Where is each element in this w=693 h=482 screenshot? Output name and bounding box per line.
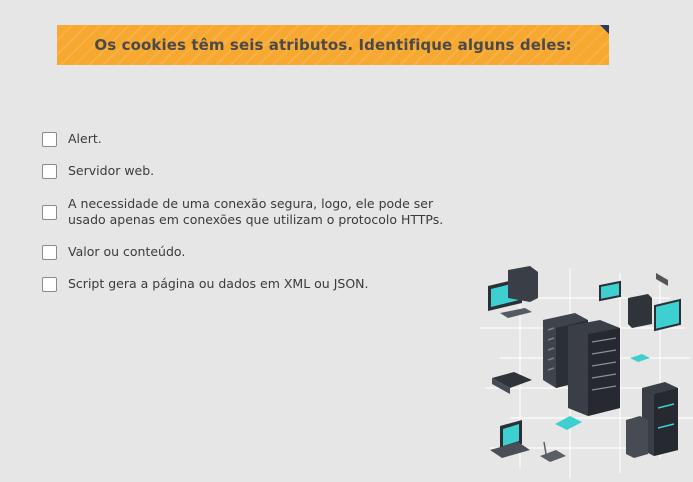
option-alert[interactable]: Alert.: [42, 131, 102, 147]
option-label-line: A necessidade de uma conexão segura, log…: [68, 196, 434, 211]
option-label: Servidor web.: [68, 163, 155, 178]
option-valor-conteudo[interactable]: Valor ou conteúdo.: [42, 244, 185, 260]
option-label: Valor ou conteúdo.: [68, 244, 186, 259]
banner-corner-decoration: [600, 25, 609, 34]
option-label: Script gera a página ou dados em XML ou …: [68, 276, 369, 291]
checkbox[interactable]: [42, 204, 57, 220]
checkbox[interactable]: [42, 131, 57, 147]
option-label: Alert.: [68, 131, 102, 146]
option-label-line: usado apenas em conexões que utilizam o …: [68, 212, 444, 227]
checkbox[interactable]: [42, 163, 57, 179]
option-conexao-segura[interactable]: A necessidade de uma conexão segura, log…: [42, 196, 443, 228]
question-banner: Os cookies têm seis atributos. Identifiq…: [57, 25, 609, 65]
laptop-icon: [490, 420, 530, 458]
question-title: Os cookies têm seis atributos. Identifiq…: [94, 36, 572, 54]
checkbox[interactable]: [42, 244, 57, 260]
checkbox[interactable]: [42, 276, 57, 292]
option-script[interactable]: Script gera a página ou dados em XML ou …: [42, 276, 368, 292]
option-servidor-web[interactable]: Servidor web.: [42, 163, 154, 179]
option-label: A necessidade de uma conexão segura, log…: [68, 196, 443, 228]
network-servers-illustration: [480, 266, 693, 478]
monitor-icon: [488, 266, 538, 318]
server-rack-icon: [543, 313, 620, 416]
